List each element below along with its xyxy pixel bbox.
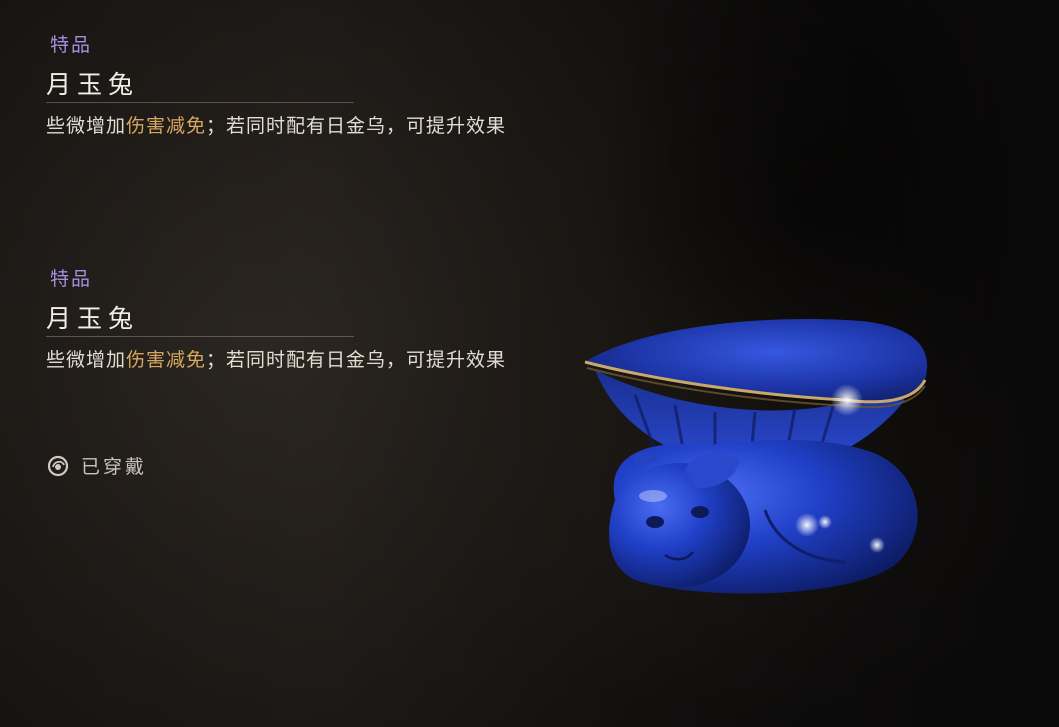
equipped-ring-icon bbox=[47, 455, 69, 476]
item-info-panel: 特品 月玉兔 些微增加伤害减免；若同时配有日金乌，可提升效果 bbox=[46, 32, 546, 143]
item-name: 月玉兔 bbox=[46, 304, 354, 337]
equipped-label: 已穿戴 bbox=[81, 456, 148, 478]
item-info-panel-equipped: 特品 月玉兔 些微增加伤害减免；若同时配有日金乌，可提升效果 bbox=[46, 266, 546, 377]
item-description: 些微增加伤害减免；若同时配有日金乌，可提升效果 bbox=[46, 109, 536, 143]
description-text: 些微增加 bbox=[46, 115, 127, 137]
equipped-status: 已穿戴 bbox=[47, 452, 147, 479]
item-description: 些微增加伤害减免；若同时配有日金乌，可提升效果 bbox=[46, 343, 536, 377]
rarity-label: 特品 bbox=[50, 268, 93, 290]
description-highlight: 伤害减免 bbox=[126, 115, 207, 137]
description-text: ；若同时配有日金乌，可提升效果 bbox=[206, 115, 507, 137]
description-highlight: 伤害减免 bbox=[126, 349, 207, 371]
rabbit-pillow-artifact bbox=[584, 319, 928, 594]
item-name: 月玉兔 bbox=[46, 70, 354, 103]
rarity-label: 特品 bbox=[50, 34, 93, 56]
description-text: 些微增加 bbox=[46, 349, 127, 371]
description-text: ；若同时配有日金乌，可提升效果 bbox=[206, 349, 507, 371]
